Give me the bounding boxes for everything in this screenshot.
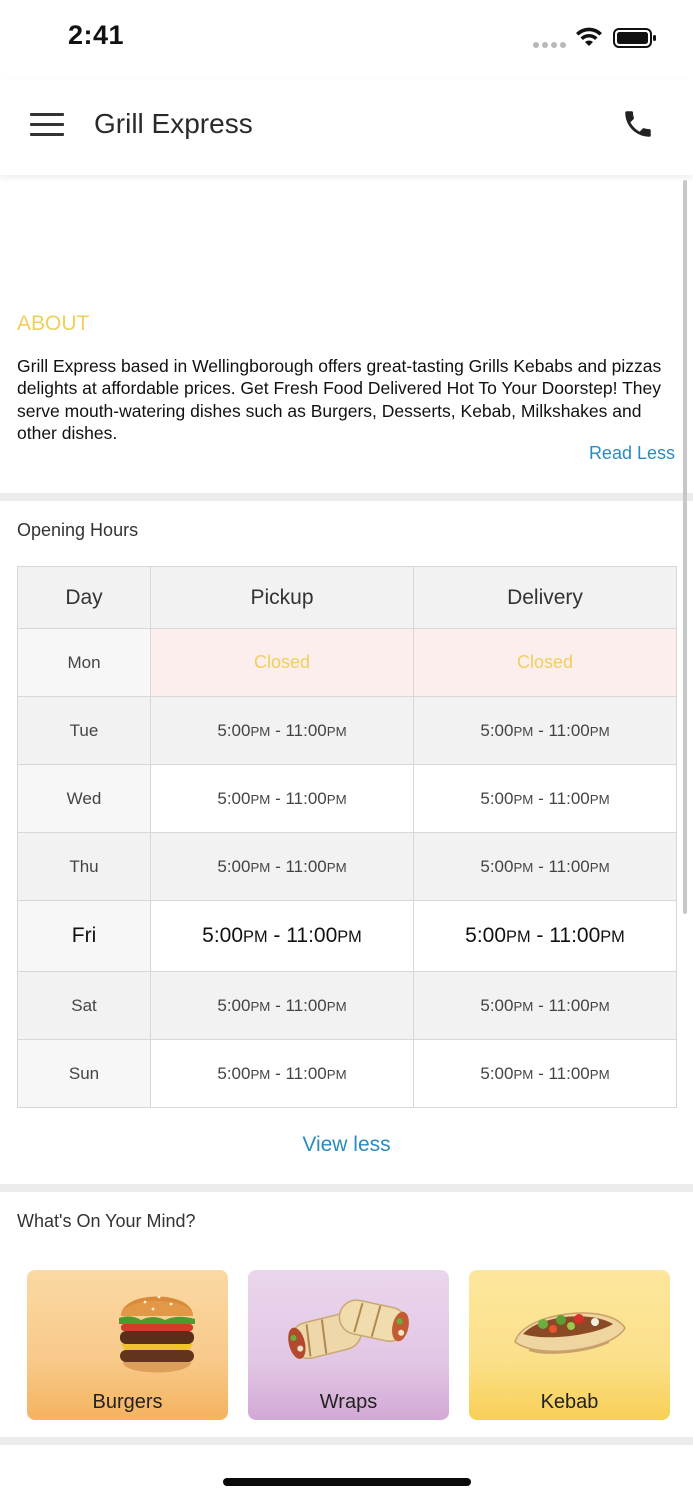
burger-image <box>119 1295 195 1373</box>
table-row: Tue 5:00PM - 11:00PM 5:00PM - 11:00PM <box>17 696 677 765</box>
scroll-indicator[interactable] <box>683 180 687 914</box>
categories-title: What's On Your Mind? <box>17 1211 196 1231</box>
table-row: Wed 5:00PM - 11:00PM 5:00PM - 11:00PM <box>17 764 677 833</box>
opening-hours-table: Day Pickup Delivery Mon Closed Closed Tu… <box>17 566 677 1108</box>
column-header-pickup: Pickup <box>150 566 414 629</box>
opening-hours-title: Opening Hours <box>17 520 139 540</box>
category-label: Kebab <box>540 1391 599 1413</box>
status-bar: 2:41 <box>0 0 693 80</box>
category-label: Wraps <box>319 1391 378 1413</box>
delivery-hours-cell: 5:00PM - 11:00PM <box>413 1039 677 1108</box>
read-less-link[interactable]: Read Less <box>589 443 675 464</box>
delivery-hours-cell: 5:00PM - 11:00PM <box>413 696 677 765</box>
table-row-today: Fri 5:00PM - 11:00PM 5:00PM - 11:00PM <box>17 900 677 972</box>
delivery-closed-cell: Closed <box>413 628 677 697</box>
category-card-wraps[interactable]: Wraps <box>248 1270 449 1420</box>
delivery-hours-cell: 5:00PM - 11:00PM <box>413 764 677 833</box>
pickup-closed-cell: Closed <box>150 628 414 697</box>
delivery-hours-cell: 5:00PM - 11:00PM <box>413 900 677 972</box>
cellular-signal-icon <box>533 42 566 48</box>
category-card-kebab[interactable]: Kebab <box>469 1270 670 1420</box>
view-less-link[interactable]: View less <box>0 1133 693 1157</box>
section-divider <box>0 1184 693 1192</box>
battery-icon <box>613 28 656 48</box>
phone-icon[interactable] <box>621 107 655 141</box>
day-cell: Sun <box>17 1039 151 1108</box>
wrap-image <box>288 1299 409 1360</box>
app-title: Grill Express <box>94 108 253 139</box>
table-header-row: Day Pickup Delivery <box>17 566 677 629</box>
day-cell: Thu <box>17 832 151 901</box>
pickup-hours-cell: 5:00PM - 11:00PM <box>150 900 414 972</box>
day-cell: Fri <box>17 900 151 972</box>
pickup-hours-cell: 5:00PM - 11:00PM <box>150 832 414 901</box>
table-row: Sat 5:00PM - 11:00PM 5:00PM - 11:00PM <box>17 971 677 1040</box>
status-time: 2:41 <box>68 20 125 50</box>
table-row: Thu 5:00PM - 11:00PM 5:00PM - 11:00PM <box>17 832 677 901</box>
table-row: Mon Closed Closed <box>17 628 677 697</box>
home-indicator[interactable] <box>223 1478 471 1486</box>
day-cell: Sat <box>17 971 151 1040</box>
section-divider <box>0 1437 693 1445</box>
delivery-hours-cell: 5:00PM - 11:00PM <box>413 971 677 1040</box>
wifi-icon <box>576 27 602 46</box>
category-label: Burgers <box>92 1391 163 1413</box>
day-cell: Tue <box>17 696 151 765</box>
section-divider <box>0 493 693 501</box>
pickup-hours-cell: 5:00PM - 11:00PM <box>150 696 414 765</box>
app-header: Grill Express <box>0 80 693 175</box>
table-row: Sun 5:00PM - 11:00PM 5:00PM - 11:00PM <box>17 1039 677 1108</box>
column-header-delivery: Delivery <box>413 566 677 629</box>
about-heading: ABOUT <box>17 312 90 335</box>
pickup-hours-cell: 5:00PM - 11:00PM <box>150 1039 414 1108</box>
pickup-hours-cell: 5:00PM - 11:00PM <box>150 764 414 833</box>
delivery-hours-cell: 5:00PM - 11:00PM <box>413 832 677 901</box>
day-cell: Wed <box>17 764 151 833</box>
category-card-burgers[interactable]: Burgers <box>27 1270 228 1420</box>
pickup-hours-cell: 5:00PM - 11:00PM <box>150 971 414 1040</box>
kebab-image <box>514 1312 626 1354</box>
hamburger-menu-icon[interactable] <box>30 111 64 137</box>
about-text: Grill Express based in Wellingborough of… <box>17 356 662 443</box>
column-header-day: Day <box>17 566 151 629</box>
day-cell: Mon <box>17 628 151 697</box>
